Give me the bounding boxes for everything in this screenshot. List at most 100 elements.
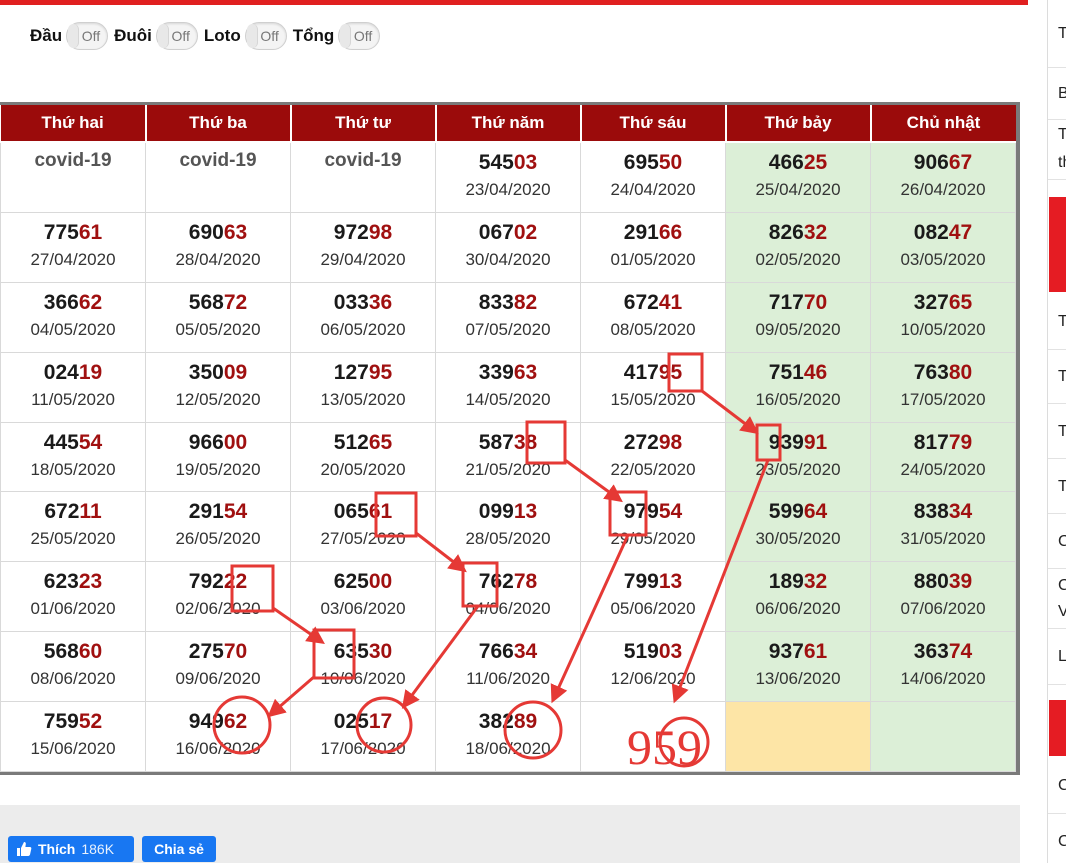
result-prefix: 291 — [623, 220, 659, 244]
covid-label: covid-19 — [324, 150, 402, 171]
result-cell: 63530 10/06/2020 — [290, 631, 436, 703]
sidebar-item[interactable]: T — [1048, 459, 1066, 514]
result-cell: covid-19 — [0, 141, 146, 213]
result-prefix: 065 — [333, 500, 369, 524]
result-date: 23/05/2020 — [755, 459, 841, 479]
result-number: 09913 — [436, 500, 580, 524]
result-number: 02419 — [1, 361, 145, 385]
result-prefix: 024 — [43, 360, 79, 384]
facebook-like-button[interactable]: Thích 186K — [8, 836, 134, 862]
toggle-duoi[interactable]: Đuôi Off — [114, 22, 198, 50]
result-number: 76380 — [871, 361, 1015, 385]
toggle-tong-switch[interactable]: Off — [338, 22, 381, 50]
toggle-duoi-label: Đuôi — [114, 26, 152, 45]
result-date: 07/06/2020 — [900, 599, 986, 619]
result-cell: 35009 12/05/2020 — [145, 351, 291, 423]
toggle-loto[interactable]: Loto Off — [204, 22, 287, 50]
sidebar-item[interactable]: C — [1048, 814, 1066, 863]
result-tail: 19 — [78, 360, 103, 384]
result-cell: 56872 05/05/2020 — [145, 281, 291, 353]
result-date: 08/05/2020 — [610, 319, 696, 339]
result-cell: 51265 20/05/2020 — [290, 421, 436, 493]
sidebar-item[interactable]: T — [1048, 0, 1066, 68]
result-tail: 03 — [658, 640, 683, 664]
toggle-loto-label: Loto — [203, 26, 241, 45]
result-cell: 27298 22/05/2020 — [580, 421, 726, 493]
toggle-dau-switch[interactable]: Off — [66, 22, 109, 50]
result-number: 29154 — [146, 500, 290, 524]
result-date: 16/06/2020 — [175, 739, 261, 759]
result-cell: 02517 17/06/2020 — [290, 701, 436, 772]
result-prefix: 672 — [623, 290, 659, 314]
sidebar-item[interactable]: th — [1048, 146, 1066, 180]
result-date: 21/05/2020 — [465, 459, 551, 479]
sidebar-item[interactable]: L — [1048, 629, 1066, 685]
result-number: 88039 — [871, 570, 1015, 594]
sidebar-item[interactable]: C — [1048, 758, 1066, 814]
result-number: 79222 — [146, 570, 290, 594]
facebook-share-button[interactable]: Chia sẻ — [142, 836, 216, 862]
result-date: 07/05/2020 — [465, 319, 551, 339]
result-cell: 93761 13/06/2020 — [725, 631, 871, 703]
result-date: 02/06/2020 — [175, 599, 261, 619]
sidebar-item[interactable]: T — [1048, 120, 1066, 146]
result-number: 59964 — [726, 500, 870, 524]
sidebar-item[interactable]: C — [1048, 514, 1066, 569]
covid-label: covid-19 — [179, 150, 257, 171]
result-cell: 97298 29/04/2020 — [290, 211, 436, 283]
result-date: 28/05/2020 — [465, 529, 551, 549]
like-label: Thích — [38, 841, 76, 857]
result-cell: 46625 25/04/2020 — [725, 141, 871, 213]
result-number: 06702 — [436, 221, 580, 245]
result-prefix: 599 — [768, 500, 804, 524]
result-date: 13/06/2020 — [755, 669, 841, 689]
result-prefix: 587 — [478, 430, 514, 454]
result-number: 27570 — [146, 640, 290, 664]
result-date: 09/06/2020 — [175, 669, 261, 689]
sidebar-item[interactable]: T — [1048, 294, 1066, 350]
result-tail: 72 — [223, 290, 248, 314]
weekday-header-row: Thứ hai Thứ ba Thứ tư Thứ năm Thứ sáu Th… — [0, 105, 1016, 143]
result-number: 76278 — [436, 570, 580, 594]
result-number: 27298 — [581, 431, 725, 455]
toggle-duoi-switch[interactable]: Off — [155, 22, 198, 50]
toggle-loto-switch[interactable]: Off — [244, 22, 287, 50]
result-number: 36374 — [871, 640, 1015, 664]
result-prefix: 568 — [188, 290, 224, 314]
result-tail: 62 — [78, 290, 103, 314]
toggle-tong[interactable]: Tổng Off — [293, 22, 381, 50]
result-prefix: 466 — [768, 151, 804, 174]
sidebar-item[interactable]: B — [1048, 68, 1066, 120]
toggle-dau[interactable]: Đầu Off — [30, 22, 109, 50]
result-number: 97298 — [291, 221, 435, 245]
toggle-dau-state: Off — [81, 28, 101, 44]
result-cell: 06702 30/04/2020 — [435, 211, 581, 283]
result-number: 51903 — [581, 640, 725, 664]
sidebar-item[interactable]: T — [1048, 404, 1066, 459]
result-cell: 83382 07/05/2020 — [435, 281, 581, 353]
result-date: 13/05/2020 — [320, 389, 406, 409]
result-cell: 59964 30/05/2020 — [725, 491, 871, 563]
result-number: 94962 — [146, 710, 290, 734]
results-calendar-frame: Thứ hai Thứ ba Thứ tư Thứ năm Thứ sáu Th… — [0, 102, 1020, 775]
result-prefix: 545 — [478, 151, 514, 174]
sidebar-item[interactable]: C — [1048, 569, 1066, 599]
result-date: 14/06/2020 — [900, 669, 986, 689]
result-cell: 83834 31/05/2020 — [870, 491, 1016, 563]
result-number: 83382 — [436, 291, 580, 315]
result-cell: 79222 02/06/2020 — [145, 561, 291, 633]
sidebar-item[interactable]: V — [1048, 599, 1066, 629]
result-date: 18/06/2020 — [465, 739, 551, 759]
result-prefix: 972 — [333, 220, 369, 244]
result-cell: 29154 26/05/2020 — [145, 491, 291, 563]
result-tail: 30 — [368, 640, 393, 664]
result-cell: covid-19 — [290, 141, 436, 213]
result-date: 10/06/2020 — [320, 669, 406, 689]
result-date: 17/06/2020 — [320, 739, 406, 759]
result-number: 18932 — [726, 570, 870, 594]
result-date: 08/06/2020 — [30, 669, 116, 689]
sidebar-item[interactable]: T — [1048, 350, 1066, 404]
result-number: 71770 — [726, 291, 870, 315]
toggle-loto-state: Off — [260, 28, 279, 44]
result-prefix: 690 — [188, 220, 224, 244]
